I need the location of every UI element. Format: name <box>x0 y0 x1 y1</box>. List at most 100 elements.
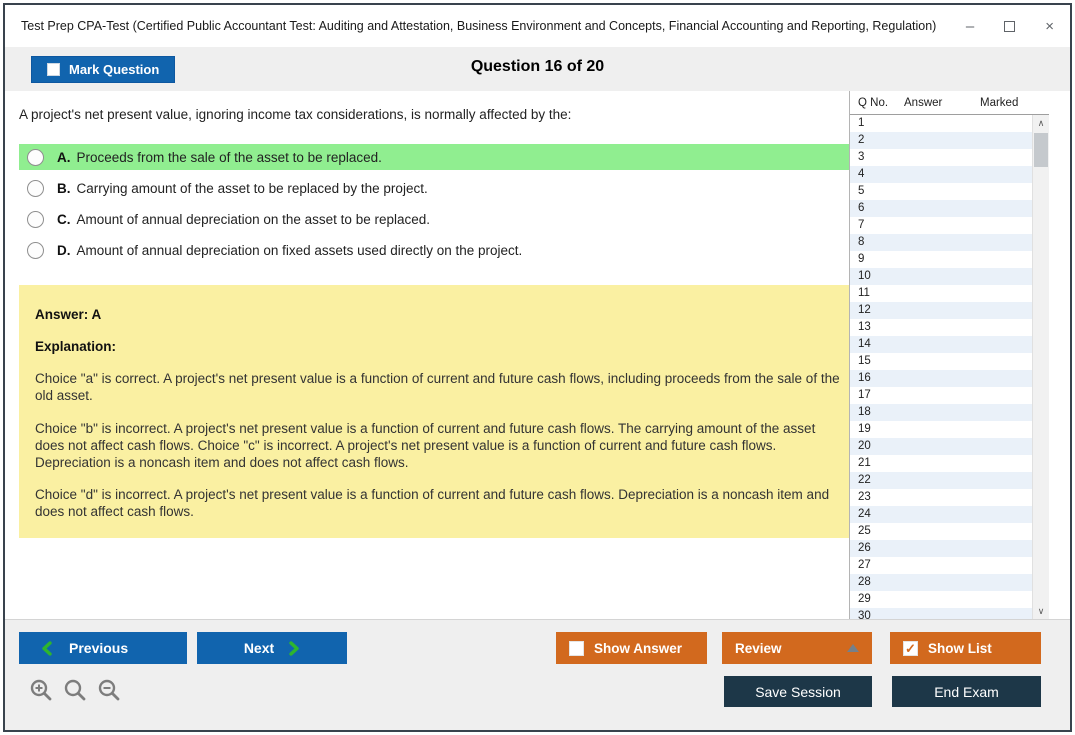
options-list: A. Proceeds from the sale of the asset t… <box>19 144 861 263</box>
close-icon[interactable]: × <box>1045 19 1054 34</box>
zoom-reset-icon[interactable] <box>63 678 87 707</box>
previous-label: Previous <box>69 640 128 656</box>
question-list-row[interactable]: 4 <box>850 166 1032 183</box>
minimize-icon[interactable]: – <box>966 19 974 34</box>
column-header-marked: Marked <box>980 97 1049 109</box>
question-number: 18 <box>858 406 871 418</box>
option-b[interactable]: B. Carrying amount of the asset to be re… <box>19 175 861 201</box>
show-list-button[interactable]: ✓ Show List <box>890 632 1041 664</box>
question-list-row[interactable]: 28 <box>850 574 1032 591</box>
question-list-row[interactable]: 16 <box>850 370 1032 387</box>
previous-button[interactable]: Previous <box>19 632 187 664</box>
zoom-out-icon[interactable] <box>97 678 121 707</box>
scrollbar-up-icon[interactable]: ∧ <box>1033 115 1049 131</box>
question-area: A project's net present value, ignoring … <box>19 91 861 538</box>
question-list-row[interactable]: 5 <box>850 183 1032 200</box>
question-list-row[interactable]: 9 <box>850 251 1032 268</box>
question-list-panel: Q No. Answer Marked 12345678910111213141… <box>849 91 1049 619</box>
option-d[interactable]: D. Amount of annual depreciation on fixe… <box>19 237 861 263</box>
scrollbar-thumb[interactable] <box>1034 133 1048 167</box>
question-list-row[interactable]: 2 <box>850 132 1032 149</box>
question-number: 23 <box>858 491 871 503</box>
question-list-row[interactable]: 17 <box>850 387 1032 404</box>
question-list-row[interactable]: 6 <box>850 200 1032 217</box>
option-a[interactable]: A. Proceeds from the sale of the asset t… <box>19 144 861 170</box>
scrollbar-down-icon[interactable]: ∨ <box>1033 603 1049 619</box>
question-number: 22 <box>858 474 871 486</box>
question-number: 10 <box>858 270 871 282</box>
question-list-row[interactable]: 10 <box>850 268 1032 285</box>
question-number: 13 <box>858 321 871 333</box>
question-number: 14 <box>858 338 871 350</box>
question-list-row[interactable]: 22 <box>850 472 1032 489</box>
question-list-row[interactable]: 26 <box>850 540 1032 557</box>
question-list-row[interactable]: 11 <box>850 285 1032 302</box>
next-label: Next <box>244 640 274 656</box>
question-list-row[interactable]: 8 <box>850 234 1032 251</box>
question-number: 4 <box>858 168 864 180</box>
question-number: 9 <box>858 253 864 265</box>
question-list-row[interactable]: 3 <box>850 149 1032 166</box>
chevron-right-icon <box>288 641 300 656</box>
explanation-paragraph: Choice "d" is incorrect. A project's net… <box>35 486 845 520</box>
title-bar: Test Prep CPA-Test (Certified Public Acc… <box>5 5 1070 47</box>
maximize-icon[interactable] <box>1004 21 1015 32</box>
explanation-paragraph: Choice "a" is correct. A project's net p… <box>35 370 845 404</box>
question-list-row[interactable]: 21 <box>850 455 1032 472</box>
option-c[interactable]: C. Amount of annual depreciation on the … <box>19 206 861 232</box>
option-letter: A. <box>57 150 71 165</box>
question-list-row[interactable]: 18 <box>850 404 1032 421</box>
show-list-checkbox-icon[interactable]: ✓ <box>903 641 918 656</box>
option-letter: C. <box>57 212 71 227</box>
option-letter: B. <box>57 181 71 196</box>
show-answer-button[interactable]: Show Answer <box>556 632 707 664</box>
end-exam-button[interactable]: End Exam <box>892 676 1041 707</box>
question-number: 24 <box>858 508 871 520</box>
zoom-controls <box>29 678 121 707</box>
question-number: 6 <box>858 202 864 214</box>
question-number: 27 <box>858 559 871 571</box>
question-list-row[interactable]: 27 <box>850 557 1032 574</box>
question-list-row[interactable]: 29 <box>850 591 1032 608</box>
question-list-row[interactable]: 23 <box>850 489 1032 506</box>
save-session-button[interactable]: Save Session <box>724 676 872 707</box>
question-list-row[interactable]: 13 <box>850 319 1032 336</box>
question-number: 16 <box>858 372 871 384</box>
footer-bar: Previous Next Show Answer Review ✓ Show … <box>5 619 1070 730</box>
question-number: 1 <box>858 117 864 129</box>
scrollbar[interactable]: ∧ ∨ <box>1032 115 1049 619</box>
radio-icon[interactable] <box>27 242 44 259</box>
app-window: Test Prep CPA-Test (Certified Public Acc… <box>3 3 1072 732</box>
question-number: 12 <box>858 304 871 316</box>
next-button[interactable]: Next <box>197 632 347 664</box>
question-list-row[interactable]: 20 <box>850 438 1032 455</box>
show-answer-checkbox-icon[interactable] <box>569 641 584 656</box>
question-number: 15 <box>858 355 871 367</box>
answer-label: Answer: A <box>35 306 845 323</box>
question-number: 21 <box>858 457 871 469</box>
question-number: 29 <box>858 593 871 605</box>
question-list-row[interactable]: 30 <box>850 608 1032 619</box>
radio-icon[interactable] <box>27 149 44 166</box>
question-list-row[interactable]: 14 <box>850 336 1032 353</box>
review-dropdown-button[interactable]: Review <box>722 632 872 664</box>
question-list-row[interactable]: 12 <box>850 302 1032 319</box>
zoom-in-icon[interactable] <box>29 678 53 707</box>
question-number: 25 <box>858 525 871 537</box>
question-list-row[interactable]: 15 <box>850 353 1032 370</box>
option-text: Amount of annual depreciation on the ass… <box>77 212 431 227</box>
question-number: 3 <box>858 151 864 163</box>
save-session-label: Save Session <box>755 684 841 700</box>
question-list-row[interactable]: 7 <box>850 217 1032 234</box>
radio-icon[interactable] <box>27 211 44 228</box>
question-list-header: Q No. Answer Marked <box>850 91 1049 115</box>
question-list-row[interactable]: 19 <box>850 421 1032 438</box>
option-letter: D. <box>57 243 71 258</box>
question-number: 20 <box>858 440 871 452</box>
radio-icon[interactable] <box>27 180 44 197</box>
question-list-row[interactable]: 1 <box>850 115 1032 132</box>
question-list-row[interactable]: 25 <box>850 523 1032 540</box>
question-number: 30 <box>858 610 871 619</box>
option-text: Carrying amount of the asset to be repla… <box>77 181 428 196</box>
question-list-row[interactable]: 24 <box>850 506 1032 523</box>
